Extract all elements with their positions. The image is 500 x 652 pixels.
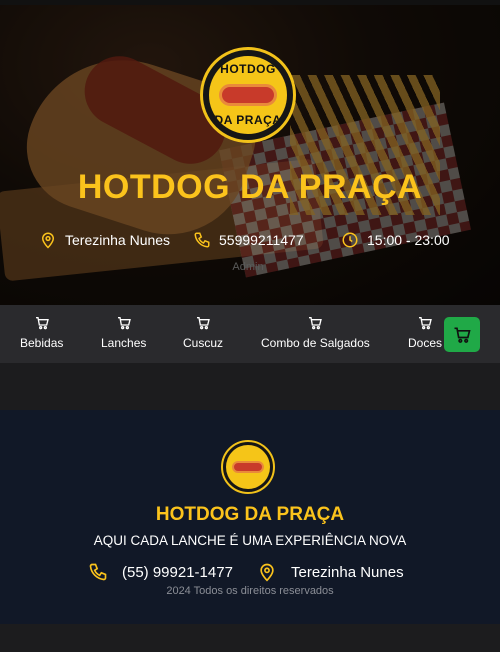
hero-hours: 15:00 - 23:00 bbox=[341, 231, 450, 249]
footer-phone[interactable]: (55) 99921-1477 bbox=[88, 562, 233, 582]
footer-copyright: 2024 Todos os direitos reservados bbox=[166, 585, 334, 597]
hero-phone[interactable]: 55999211477 bbox=[193, 231, 304, 249]
hero-title: HOTDOG DA PRAÇA bbox=[77, 168, 423, 206]
footer: HOTDOG DA PRAÇA AQUI CADA LANCHE É UMA E… bbox=[0, 410, 500, 624]
footer-owner: Terezinha Nunes bbox=[257, 562, 404, 582]
category-label: Cuscuz bbox=[183, 336, 224, 350]
cart-icon bbox=[35, 317, 49, 330]
hero-owner-text: Terezinha Nunes bbox=[65, 232, 171, 248]
category-lanches[interactable]: Lanches bbox=[101, 315, 146, 350]
cart-icon bbox=[117, 317, 131, 330]
map-pin-icon bbox=[260, 563, 274, 582]
cart-icon bbox=[197, 317, 210, 330]
hotdog-icon bbox=[219, 84, 277, 106]
cart-button[interactable] bbox=[444, 317, 480, 352]
hotdog-icon bbox=[232, 461, 264, 473]
cart-icon bbox=[309, 317, 323, 330]
bottom-strip bbox=[0, 624, 500, 652]
logo-text-bottom: DA PRAÇA bbox=[214, 113, 282, 127]
footer-slogan: AQUI CADA LANCHE É UMA EXPERIÊNCIA NOVA bbox=[93, 533, 407, 548]
hero-banner: HOTDOG DA PRAÇA HOTDOG DA PRAÇA Terezinh… bbox=[0, 5, 500, 305]
footer-phone-text: (55) 99921-1477 bbox=[122, 563, 233, 581]
phone-icon bbox=[194, 232, 210, 248]
footer-logo bbox=[221, 440, 275, 494]
cart-icon bbox=[454, 327, 471, 343]
phone-icon bbox=[89, 563, 107, 581]
footer-logo-badge bbox=[226, 445, 270, 489]
category-doces[interactable]: Doces bbox=[408, 315, 442, 350]
footer-title: HOTDOG DA PRAÇA bbox=[155, 504, 345, 525]
category-bar: Bebidas Lanches Cuscuz Combo de Salgados… bbox=[0, 305, 500, 363]
hero-hours-text: 15:00 - 23:00 bbox=[367, 232, 450, 248]
map-pin-icon bbox=[41, 232, 55, 249]
admin-link[interactable]: Admin bbox=[0, 261, 496, 273]
cart-icon bbox=[419, 317, 432, 330]
hero-owner: Terezinha Nunes bbox=[39, 231, 170, 249]
logo-text-top: HOTDOG bbox=[220, 62, 276, 76]
brand-logo-badge: HOTDOG DA PRAÇA bbox=[209, 56, 287, 134]
category-label: Doces bbox=[408, 336, 443, 350]
category-bebidas[interactable]: Bebidas bbox=[20, 315, 63, 350]
content-spacer bbox=[0, 363, 500, 410]
category-cuscuz[interactable]: Cuscuz bbox=[183, 315, 223, 350]
category-combo-de-salgados[interactable]: Combo de Salgados bbox=[261, 315, 370, 350]
brand-logo: HOTDOG DA PRAÇA bbox=[200, 47, 296, 143]
hero-phone-text: 55999211477 bbox=[219, 232, 304, 248]
category-label: Bebidas bbox=[20, 336, 64, 350]
clock-icon bbox=[342, 232, 358, 248]
category-label: Lanches bbox=[101, 336, 147, 350]
category-label: Combo de Salgados bbox=[261, 336, 370, 350]
footer-owner-text: Terezinha Nunes bbox=[291, 563, 404, 581]
